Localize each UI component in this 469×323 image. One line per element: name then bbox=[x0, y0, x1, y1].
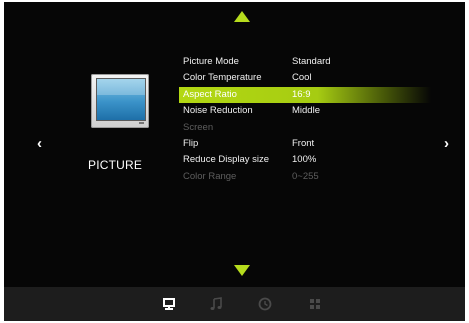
menu-item-noise-reduction[interactable]: Noise Reduction Middle bbox=[179, 103, 431, 119]
tv-picture-icon bbox=[91, 74, 149, 128]
menu-item-label: Aspect Ratio bbox=[183, 88, 237, 100]
menu-item-aspect-ratio[interactable]: Aspect Ratio 16:9 bbox=[179, 86, 431, 104]
menu-item-value: Cool bbox=[292, 72, 312, 84]
down-arrow-icon[interactable] bbox=[234, 265, 250, 276]
up-arrow-icon[interactable] bbox=[234, 11, 250, 22]
menu-item-label: Color Range bbox=[183, 170, 237, 182]
tv-icon-gloss bbox=[97, 79, 145, 95]
picture-icon[interactable] bbox=[161, 296, 177, 312]
clock-icon[interactable] bbox=[257, 296, 273, 312]
menu-item-label: Reduce Display size bbox=[183, 154, 270, 166]
menu-item-label: Picture Mode bbox=[183, 56, 239, 67]
menu-item-picture-mode[interactable]: Picture Mode Standard bbox=[179, 54, 431, 70]
menu-item-value: 0~255 bbox=[292, 170, 319, 182]
menu-item-value: Front bbox=[292, 137, 315, 149]
tv-settings-screen: ‹ › PICTURE Picture Mode Standard Color … bbox=[4, 2, 465, 321]
settings-menu: Picture Mode Standard Color Temperature … bbox=[179, 54, 431, 185]
menu-item-label: Color Temperature bbox=[183, 72, 262, 84]
music-icon[interactable] bbox=[208, 296, 224, 312]
menu-item-flip[interactable]: Flip Front bbox=[179, 136, 431, 152]
page-title: PICTURE bbox=[88, 158, 143, 172]
menu-item-label: Flip bbox=[183, 137, 199, 149]
tv-icon-screen bbox=[96, 78, 146, 121]
right-arrow-icon[interactable]: › bbox=[444, 136, 449, 151]
menu-item-value: 100% bbox=[292, 154, 317, 166]
menu-item-value: 16:9 bbox=[292, 88, 311, 100]
menu-item-color-range[interactable]: Color Range 0~255 bbox=[179, 169, 431, 185]
grid-icon[interactable] bbox=[307, 296, 323, 312]
menu-item-color-temperature[interactable]: Color Temperature Cool bbox=[179, 70, 431, 86]
menu-item-value: Standard bbox=[292, 56, 331, 67]
left-arrow-icon[interactable]: ‹ bbox=[37, 136, 42, 151]
menu-item-reduce-display-size[interactable]: Reduce Display size 100% bbox=[179, 152, 431, 168]
menu-item-screen[interactable]: Screen bbox=[179, 120, 431, 136]
menu-item-label: Screen bbox=[183, 121, 214, 133]
tv-icon-led bbox=[139, 122, 144, 124]
menu-item-value: Middle bbox=[292, 105, 320, 117]
bottom-source-bar bbox=[4, 287, 465, 321]
menu-item-label: Noise Reduction bbox=[183, 105, 253, 117]
